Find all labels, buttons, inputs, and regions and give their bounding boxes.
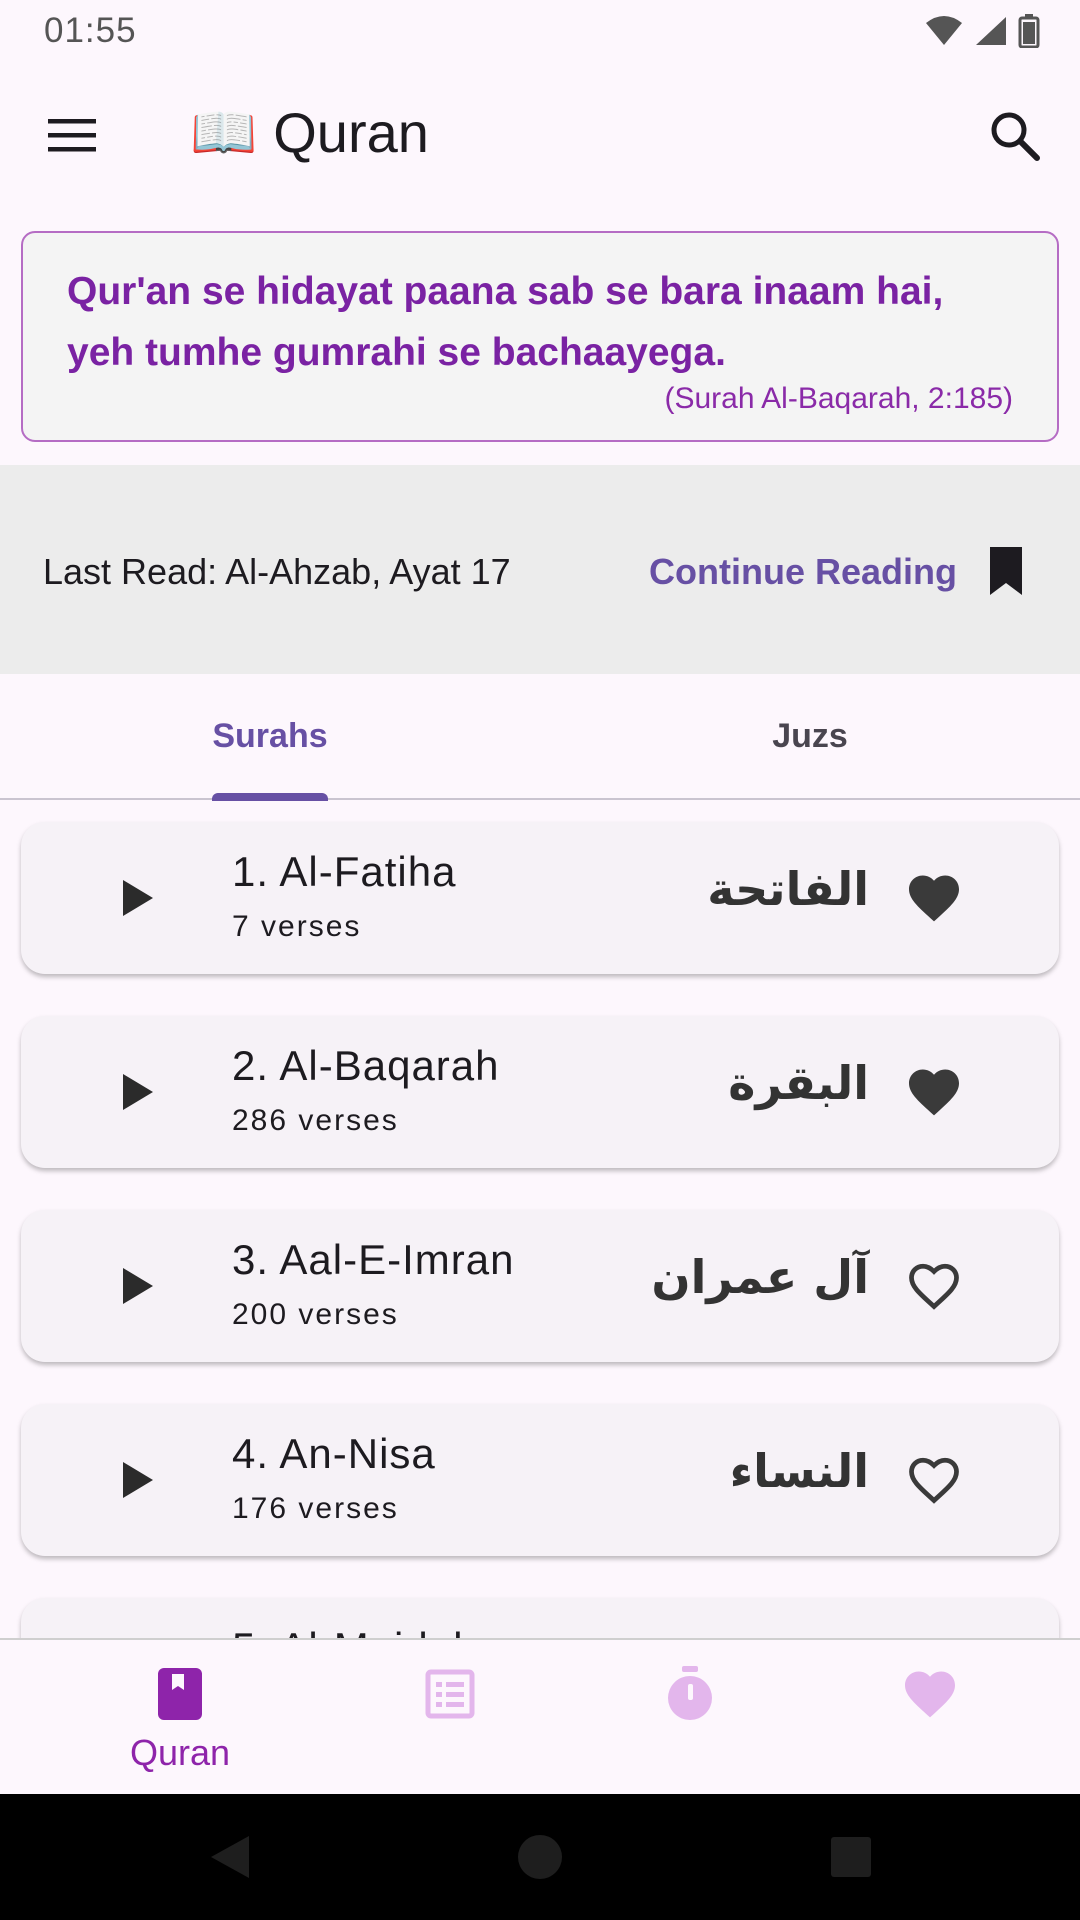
daily-quote-card: Qur'an se hidayat paana sab se bara inaa… (21, 231, 1059, 442)
surah-name: 4. An-Nisa (232, 1430, 436, 1477)
bookmark-icon[interactable] (986, 545, 1026, 597)
play-icon[interactable] (111, 1068, 159, 1116)
menu-icon[interactable] (44, 107, 100, 163)
nav-list[interactable] (300, 1640, 540, 1796)
status-icons (924, 14, 1040, 48)
surah-name: 5. Al-Maidah (232, 1624, 477, 1638)
surah-arabic-name: النساء (729, 1444, 869, 1498)
surah-arabic-name: الفاتحة (707, 862, 869, 916)
surah-verse-count: 176 verses (232, 1492, 399, 1525)
app-title-group: 📖 Quran (190, 100, 429, 165)
surah-name: 2. Al-Baqarah (232, 1042, 500, 1089)
play-icon[interactable] (111, 874, 159, 922)
timer-icon (668, 1666, 712, 1720)
tab-bar: Surahs Juzs (0, 674, 1080, 800)
surah-name: 1. Al-Fatiha (232, 848, 457, 895)
open-book-icon: 📖 (190, 102, 258, 163)
surah-list[interactable]: 1. Al-Fatiha 7 verses الفاتحة 2. Al-Baqa… (0, 802, 1080, 1638)
play-icon[interactable] (111, 1262, 159, 1310)
tab-surahs[interactable]: Surahs (0, 674, 540, 798)
play-icon[interactable] (111, 1456, 159, 1504)
heart-filled-icon[interactable] (904, 1062, 964, 1122)
quote-reference: (Surah Al-Baqarah, 2:185) (664, 382, 1013, 415)
nav-quran[interactable]: Quran (60, 1640, 300, 1796)
surah-verse-count: 7 verses (232, 910, 362, 943)
last-read-text: Last Read: Al-Ahzab, Ayat 17 (43, 551, 511, 592)
search-icon[interactable] (985, 106, 1045, 166)
home-icon[interactable] (515, 1832, 565, 1882)
surah-verse-count: 286 verses (232, 1104, 399, 1137)
nav-quran-label: Quran (129, 1732, 231, 1773)
quote-text: Qur'an se hidayat paana sab se bara inaa… (67, 270, 944, 374)
status-time: 01:55 (44, 11, 137, 50)
back-icon[interactable] (205, 1832, 255, 1882)
heart-outline-icon[interactable] (904, 1450, 964, 1510)
surah-card[interactable]: 4. An-Nisa 176 verses النساء (21, 1404, 1059, 1556)
tab-indicator (212, 793, 328, 801)
surah-arabic-name: آل عمران (651, 1250, 869, 1304)
signal-icon (976, 17, 1006, 45)
tab-juzs[interactable]: Juzs (540, 674, 1080, 798)
surah-arabic-name: البقرة (728, 1056, 869, 1110)
status-bar: 01:55 (0, 0, 1080, 62)
system-navigation-bar (0, 1794, 1080, 1920)
app-title: Quran (273, 101, 429, 164)
last-read-banner: Last Read: Al-Ahzab, Ayat 17 Continue Re… (0, 465, 1080, 674)
heart-filled-icon[interactable] (904, 868, 964, 928)
heart-icon (905, 1671, 955, 1718)
book-icon (158, 1668, 202, 1720)
nav-timer[interactable] (540, 1640, 780, 1796)
nav-favorites[interactable] (780, 1640, 1020, 1796)
list-icon (425, 1669, 475, 1719)
surah-card[interactable]: 5. Al-Maidah (21, 1598, 1059, 1638)
surah-card[interactable]: 2. Al-Baqarah 286 verses البقرة (21, 1016, 1059, 1168)
surah-verse-count: 200 verses (232, 1298, 399, 1331)
surah-card[interactable]: 3. Aal-E-Imran 200 verses آل عمران (21, 1210, 1059, 1362)
surah-card[interactable]: 1. Al-Fatiha 7 verses الفاتحة (21, 822, 1059, 974)
continue-reading-button[interactable]: Continue Reading (649, 551, 957, 593)
battery-icon (1018, 14, 1040, 48)
heart-outline-icon[interactable] (904, 1256, 964, 1316)
wifi-icon (926, 16, 962, 45)
recents-icon[interactable] (826, 1832, 876, 1882)
app-bar: 📖 Quran (0, 62, 1080, 210)
surah-name: 3. Aal-E-Imran (232, 1236, 515, 1283)
bottom-navigation: Quran (0, 1638, 1080, 1794)
